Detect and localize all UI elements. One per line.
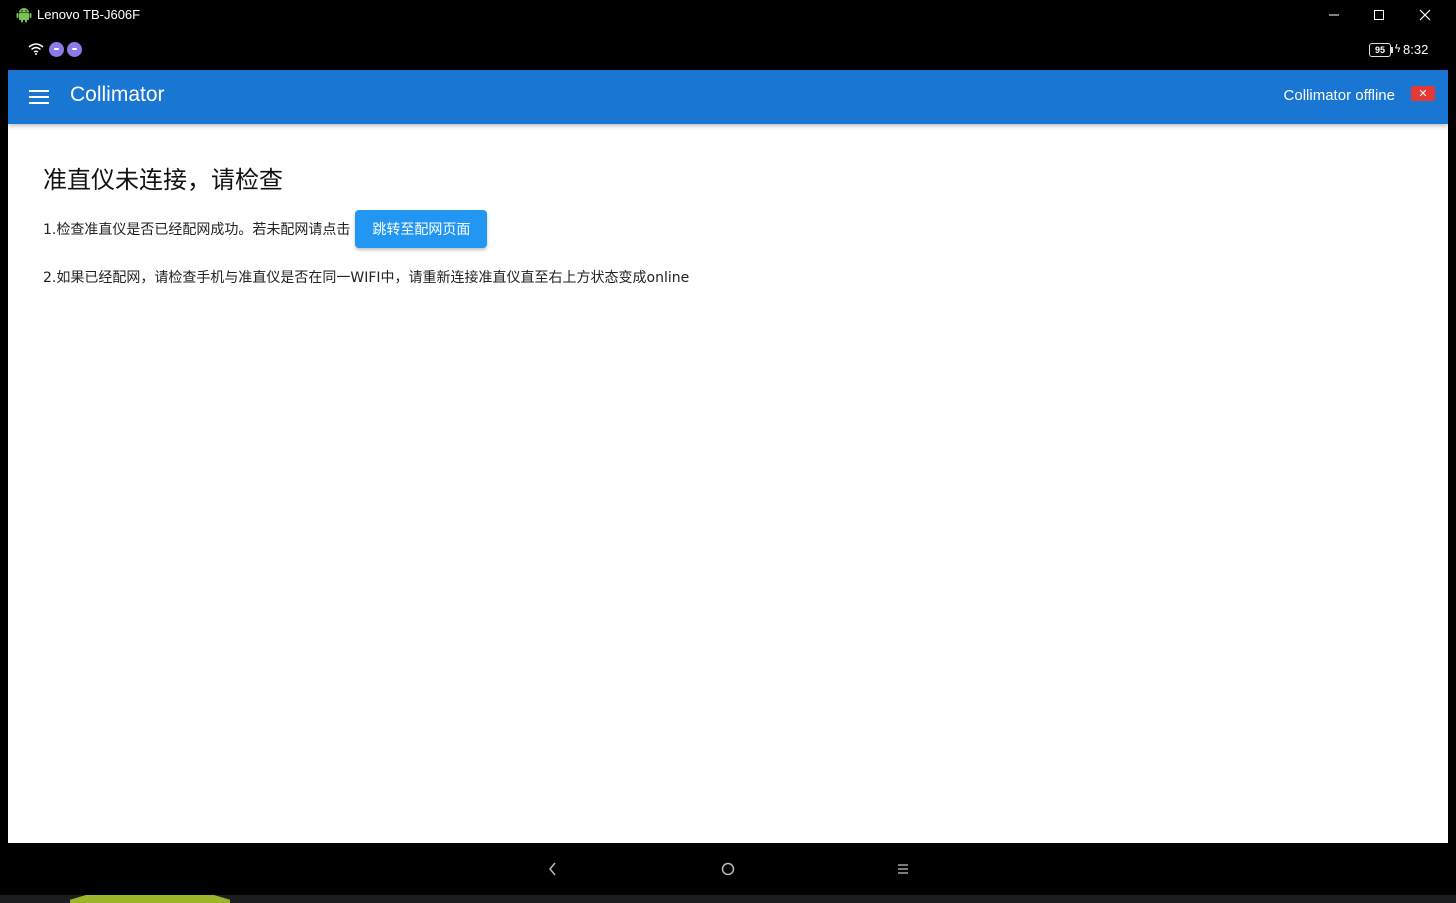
page-title: 准直仪未连接，请检查 [43,166,283,194]
minimize-button[interactable] [1311,0,1357,30]
device-screen: 95 ϟ 8:32 Collimator Collimator offline … [8,30,1448,895]
go-to-network-setup-button[interactable]: 跳转至配网页面 [355,210,488,248]
android-nav-bar [8,843,1448,895]
window-titlebar[interactable]: Lenovo TB-J606F [0,0,1456,30]
main-content: 准直仪未连接，请检查 1.检查准直仪是否已经配网成功。若未配网请点击 跳转至配网… [8,124,1448,843]
home-icon [721,862,735,876]
home-button[interactable] [716,857,740,881]
connection-status: Collimator offline [1283,87,1395,104]
hamburger-icon-line [29,102,49,104]
wifi-icon [28,43,44,55]
hamburger-icon [29,90,49,92]
instruction-step-1-text: 1.检查准直仪是否已经配网成功。若未配网请点击 [43,222,351,238]
back-button[interactable] [541,857,565,881]
maximize-icon [1374,10,1384,20]
menu-button[interactable] [26,84,52,110]
recent-apps-icon [898,864,908,874]
desktop-background-bottom [0,895,1456,903]
instruction-step-1: 1.检查准直仪是否已经配网成功。若未配网请点击 跳转至配网页面 [43,210,488,248]
maximize-button[interactable] [1356,0,1402,30]
hamburger-icon-line [29,96,49,98]
close-icon [1419,9,1431,21]
android-status-bar: 95 ϟ 8:32 [8,30,1448,70]
app-title: Collimator [70,83,165,106]
back-icon [549,862,556,876]
close-button[interactable] [1402,0,1448,30]
status-time: 8:32 [1403,42,1429,57]
notification-dot-icon [49,42,64,57]
minimize-icon [1329,14,1339,16]
offline-status-badge: ✕ [1411,86,1435,101]
android-icon [16,8,32,23]
window-title: Lenovo TB-J606F [37,7,141,22]
app-bar: Collimator Collimator offline ✕ [8,70,1448,124]
desktop-graphic [70,895,230,903]
charging-bolt-icon: ϟ [1394,42,1402,55]
notification-dot-icon [67,42,82,57]
instruction-step-2: 2.如果已经配网，请检查手机与准直仪是否在同一WIFI中，请重新连接准直仪直至右… [43,270,690,286]
battery-indicator: 95 [1369,43,1393,57]
emulator-window: Lenovo TB-J606F 95 ϟ 8:32 Collimator Col… [0,0,1456,895]
recent-apps-button[interactable] [891,857,915,881]
